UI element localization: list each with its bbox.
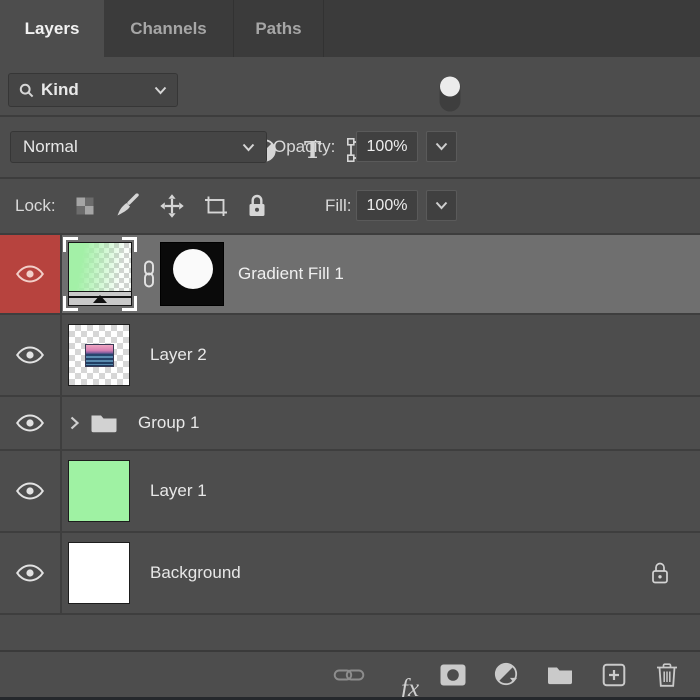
lock-artboard-icon[interactable] xyxy=(203,194,229,218)
layer-name[interactable]: Group 1 xyxy=(138,413,199,433)
visibility-cell[interactable] xyxy=(0,315,62,395)
blend-mode-dropdown[interactable]: Normal xyxy=(10,131,267,163)
lock-label: Lock: xyxy=(15,196,56,215)
tab-paths[interactable]: Paths xyxy=(234,0,324,57)
tab-paths-label: Paths xyxy=(255,18,302,38)
layer-row-group-1[interactable]: Group 1 xyxy=(0,397,700,449)
fill-label: Fill: xyxy=(325,196,352,215)
tab-channels-label: Channels xyxy=(130,18,207,38)
opacity-value-field[interactable]: 100% xyxy=(356,131,418,162)
eye-icon xyxy=(16,482,44,500)
chevron-down-icon xyxy=(435,142,448,151)
blend-mode-row: Normal Opacity: 100% xyxy=(0,117,700,177)
group-folder-icon xyxy=(90,413,118,434)
opacity-dropdown-button[interactable] xyxy=(426,131,457,162)
new-layer-icon[interactable] xyxy=(602,662,627,687)
eye-icon xyxy=(16,564,44,582)
layer-row-background[interactable]: Background xyxy=(0,533,700,613)
tab-layers-label: Layers xyxy=(24,18,80,38)
gradient-stop-marker xyxy=(93,295,107,303)
fill-value-field[interactable]: 100% xyxy=(356,190,418,221)
layer-name[interactable]: Background xyxy=(150,563,241,583)
layer-name[interactable]: Layer 1 xyxy=(150,481,207,501)
new-group-icon[interactable] xyxy=(547,664,574,685)
fill-dropdown-button[interactable] xyxy=(426,190,457,221)
fill-value: 100% xyxy=(366,196,408,214)
layer-name[interactable]: Layer 2 xyxy=(150,345,207,365)
layer-mask-thumbnail[interactable] xyxy=(160,242,224,306)
tab-layers[interactable]: Layers xyxy=(0,0,104,57)
search-icon xyxy=(19,83,34,98)
filter-kind-label: Kind xyxy=(41,80,79,99)
layer-thumbnail-selected[interactable] xyxy=(63,237,137,311)
layer-list: Gradient Fill 1 Layer 2 Group 1 Layer 1 … xyxy=(0,235,700,615)
thumbnail-image xyxy=(85,344,114,367)
visibility-cell[interactable] xyxy=(0,533,62,613)
panel-tab-bar: Layers Channels Paths xyxy=(0,0,700,57)
delete-layer-icon[interactable] xyxy=(656,662,679,687)
panel-toolbar: fx xyxy=(0,652,700,700)
gradient-preview xyxy=(69,243,131,292)
opacity-label: Opacity: xyxy=(273,137,336,156)
layer-thumbnail[interactable] xyxy=(68,460,130,522)
add-layer-mask-icon[interactable] xyxy=(440,663,467,686)
lock-all-icon[interactable] xyxy=(247,194,268,219)
chevron-down-icon xyxy=(435,201,448,210)
visibility-cell[interactable] xyxy=(0,451,62,531)
mask-link-icon[interactable] xyxy=(141,260,157,293)
background-lock-icon[interactable] xyxy=(650,561,670,585)
lock-pixels-brush-icon[interactable] xyxy=(115,193,140,219)
opacity-value: 100% xyxy=(366,137,408,155)
chevron-down-icon xyxy=(154,86,167,95)
blend-mode-value: Normal xyxy=(23,137,78,156)
layers-panel: Layers Channels Paths Kind T Normal Opac… xyxy=(0,0,700,700)
mask-circle-shape xyxy=(173,249,213,289)
lock-position-icon[interactable] xyxy=(160,194,185,219)
layer-row-layer-1[interactable]: Layer 1 xyxy=(0,451,700,531)
tab-channels[interactable]: Channels xyxy=(104,0,234,57)
layer-thumbnail[interactable] xyxy=(68,542,130,604)
layer-row-gradient-fill-1[interactable]: Gradient Fill 1 xyxy=(0,235,700,313)
lock-row: Lock: Fill: 100% xyxy=(0,179,700,233)
chevron-down-icon xyxy=(242,143,255,152)
visibility-cell[interactable] xyxy=(0,235,62,313)
layer-thumbnail[interactable] xyxy=(68,324,130,386)
layer-row-layer-2[interactable]: Layer 2 xyxy=(0,315,700,395)
link-layers-icon[interactable] xyxy=(333,666,365,683)
gradient-fill-thumbnail[interactable] xyxy=(68,242,132,306)
layer-filter-toggle[interactable] xyxy=(438,75,462,113)
eye-icon xyxy=(16,414,44,432)
lock-transparency-icon[interactable] xyxy=(74,195,96,217)
filter-kind-dropdown[interactable]: Kind xyxy=(8,73,178,107)
eye-icon xyxy=(16,346,44,364)
visibility-cell[interactable] xyxy=(0,397,62,449)
new-adjustment-layer-icon[interactable] xyxy=(494,662,522,688)
group-disclosure-chevron[interactable] xyxy=(69,415,80,431)
gradient-slider-bar xyxy=(69,291,131,305)
layer-filter-row: Kind T xyxy=(0,57,700,163)
layer-name[interactable]: Gradient Fill 1 xyxy=(238,264,344,284)
eye-icon xyxy=(16,265,44,283)
